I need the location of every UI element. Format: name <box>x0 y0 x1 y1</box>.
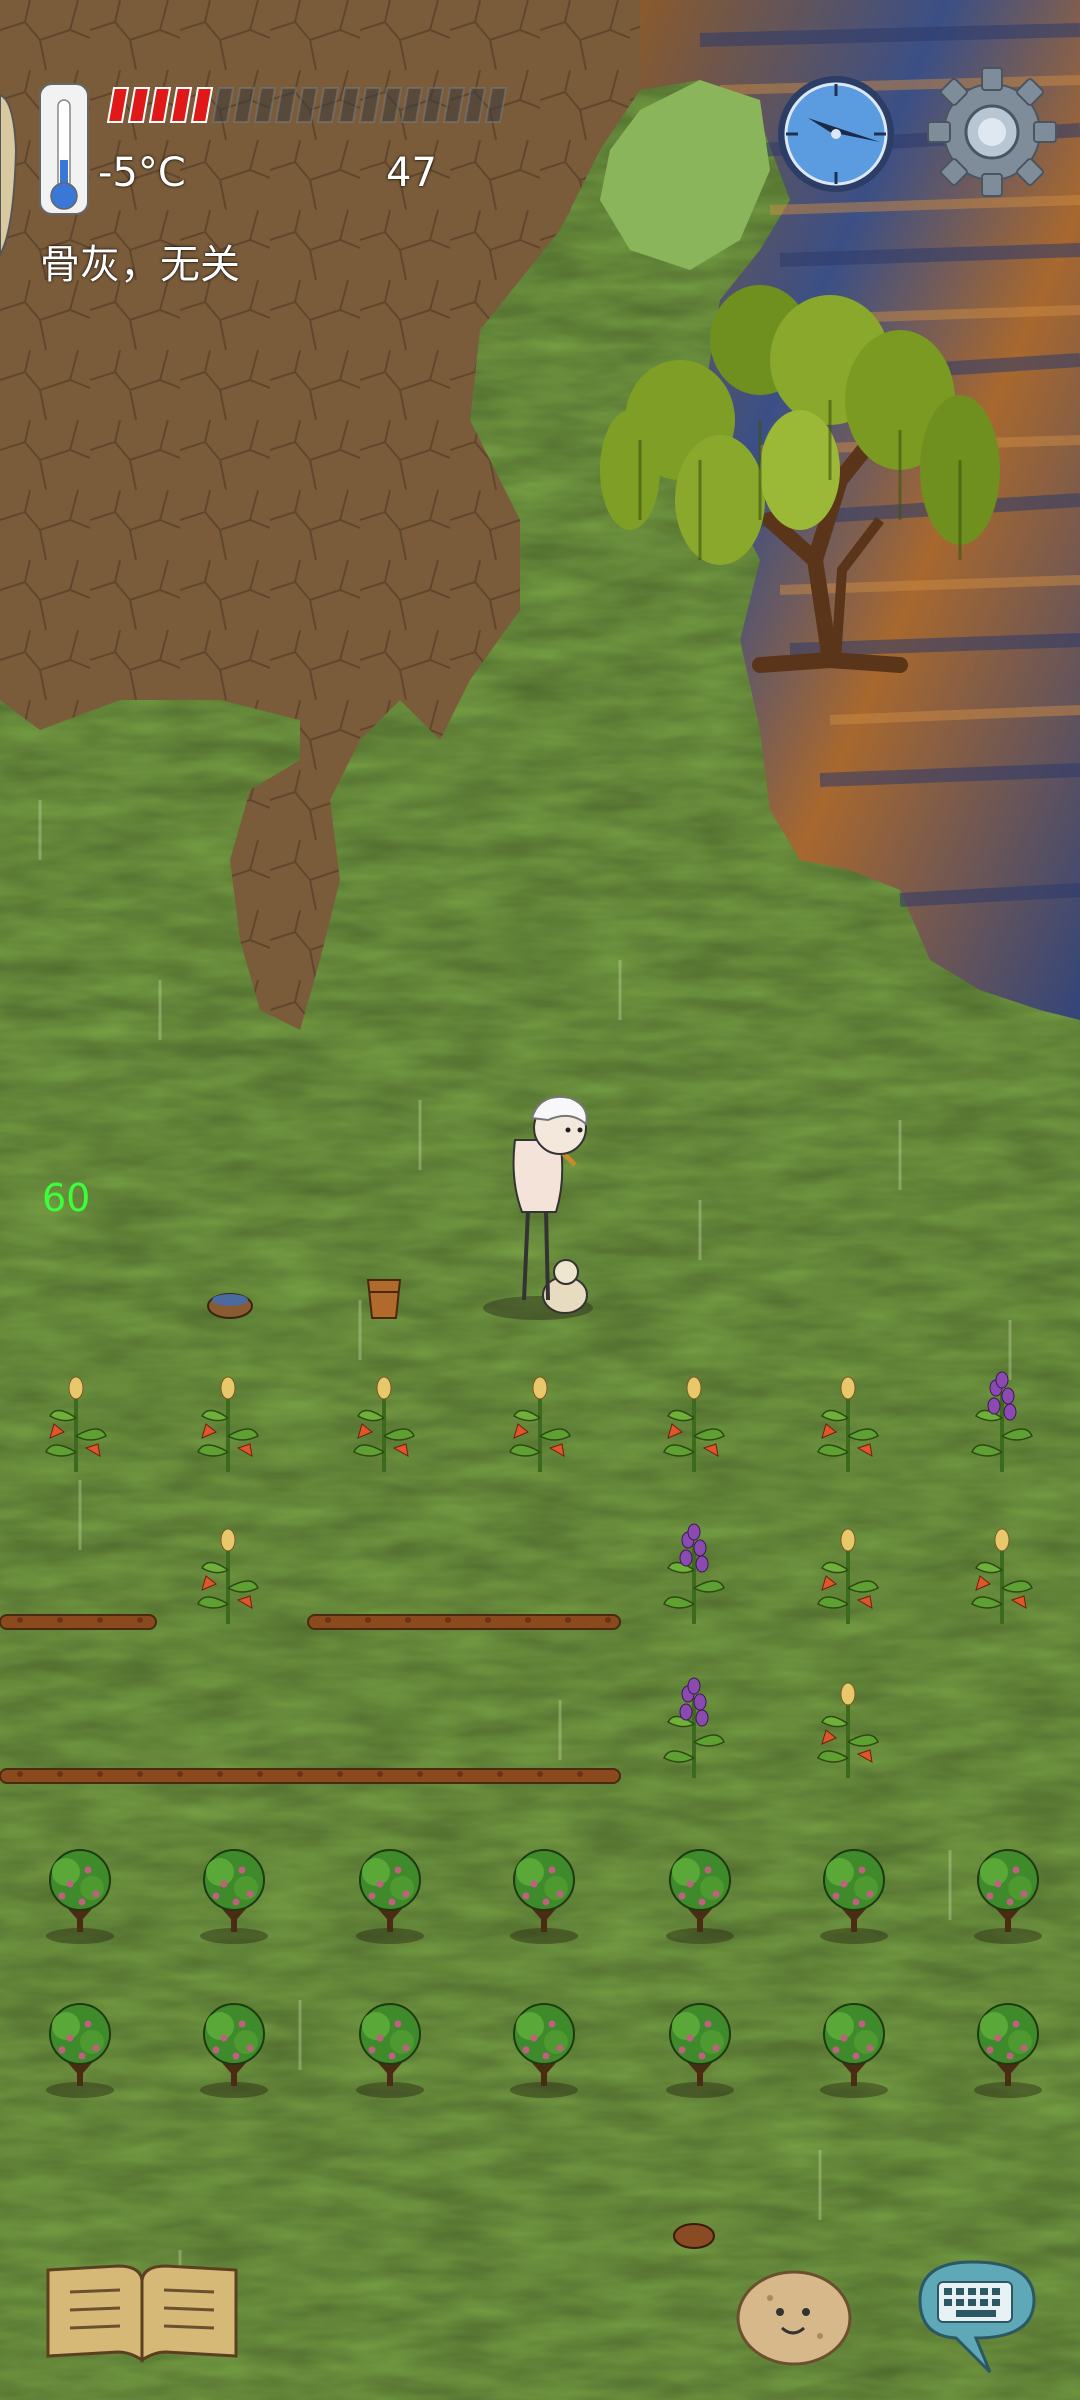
game-world[interactable]: -5°C 47 骨灰，无关 60 <box>0 0 1080 2400</box>
keyboard-chat-button[interactable] <box>914 2258 1040 2378</box>
status-message: 骨灰，无关 <box>40 242 240 288</box>
temperature-readout: -5°C <box>98 150 186 196</box>
age-readout: 47 <box>386 150 437 196</box>
player-character[interactable] <box>483 1096 593 1320</box>
recipe-book-button[interactable] <box>40 2258 246 2366</box>
fps-counter: 60 <box>42 1176 91 1220</box>
emote-button[interactable] <box>734 2268 854 2368</box>
compass-button[interactable] <box>776 74 896 194</box>
settings-button[interactable] <box>928 68 1056 196</box>
